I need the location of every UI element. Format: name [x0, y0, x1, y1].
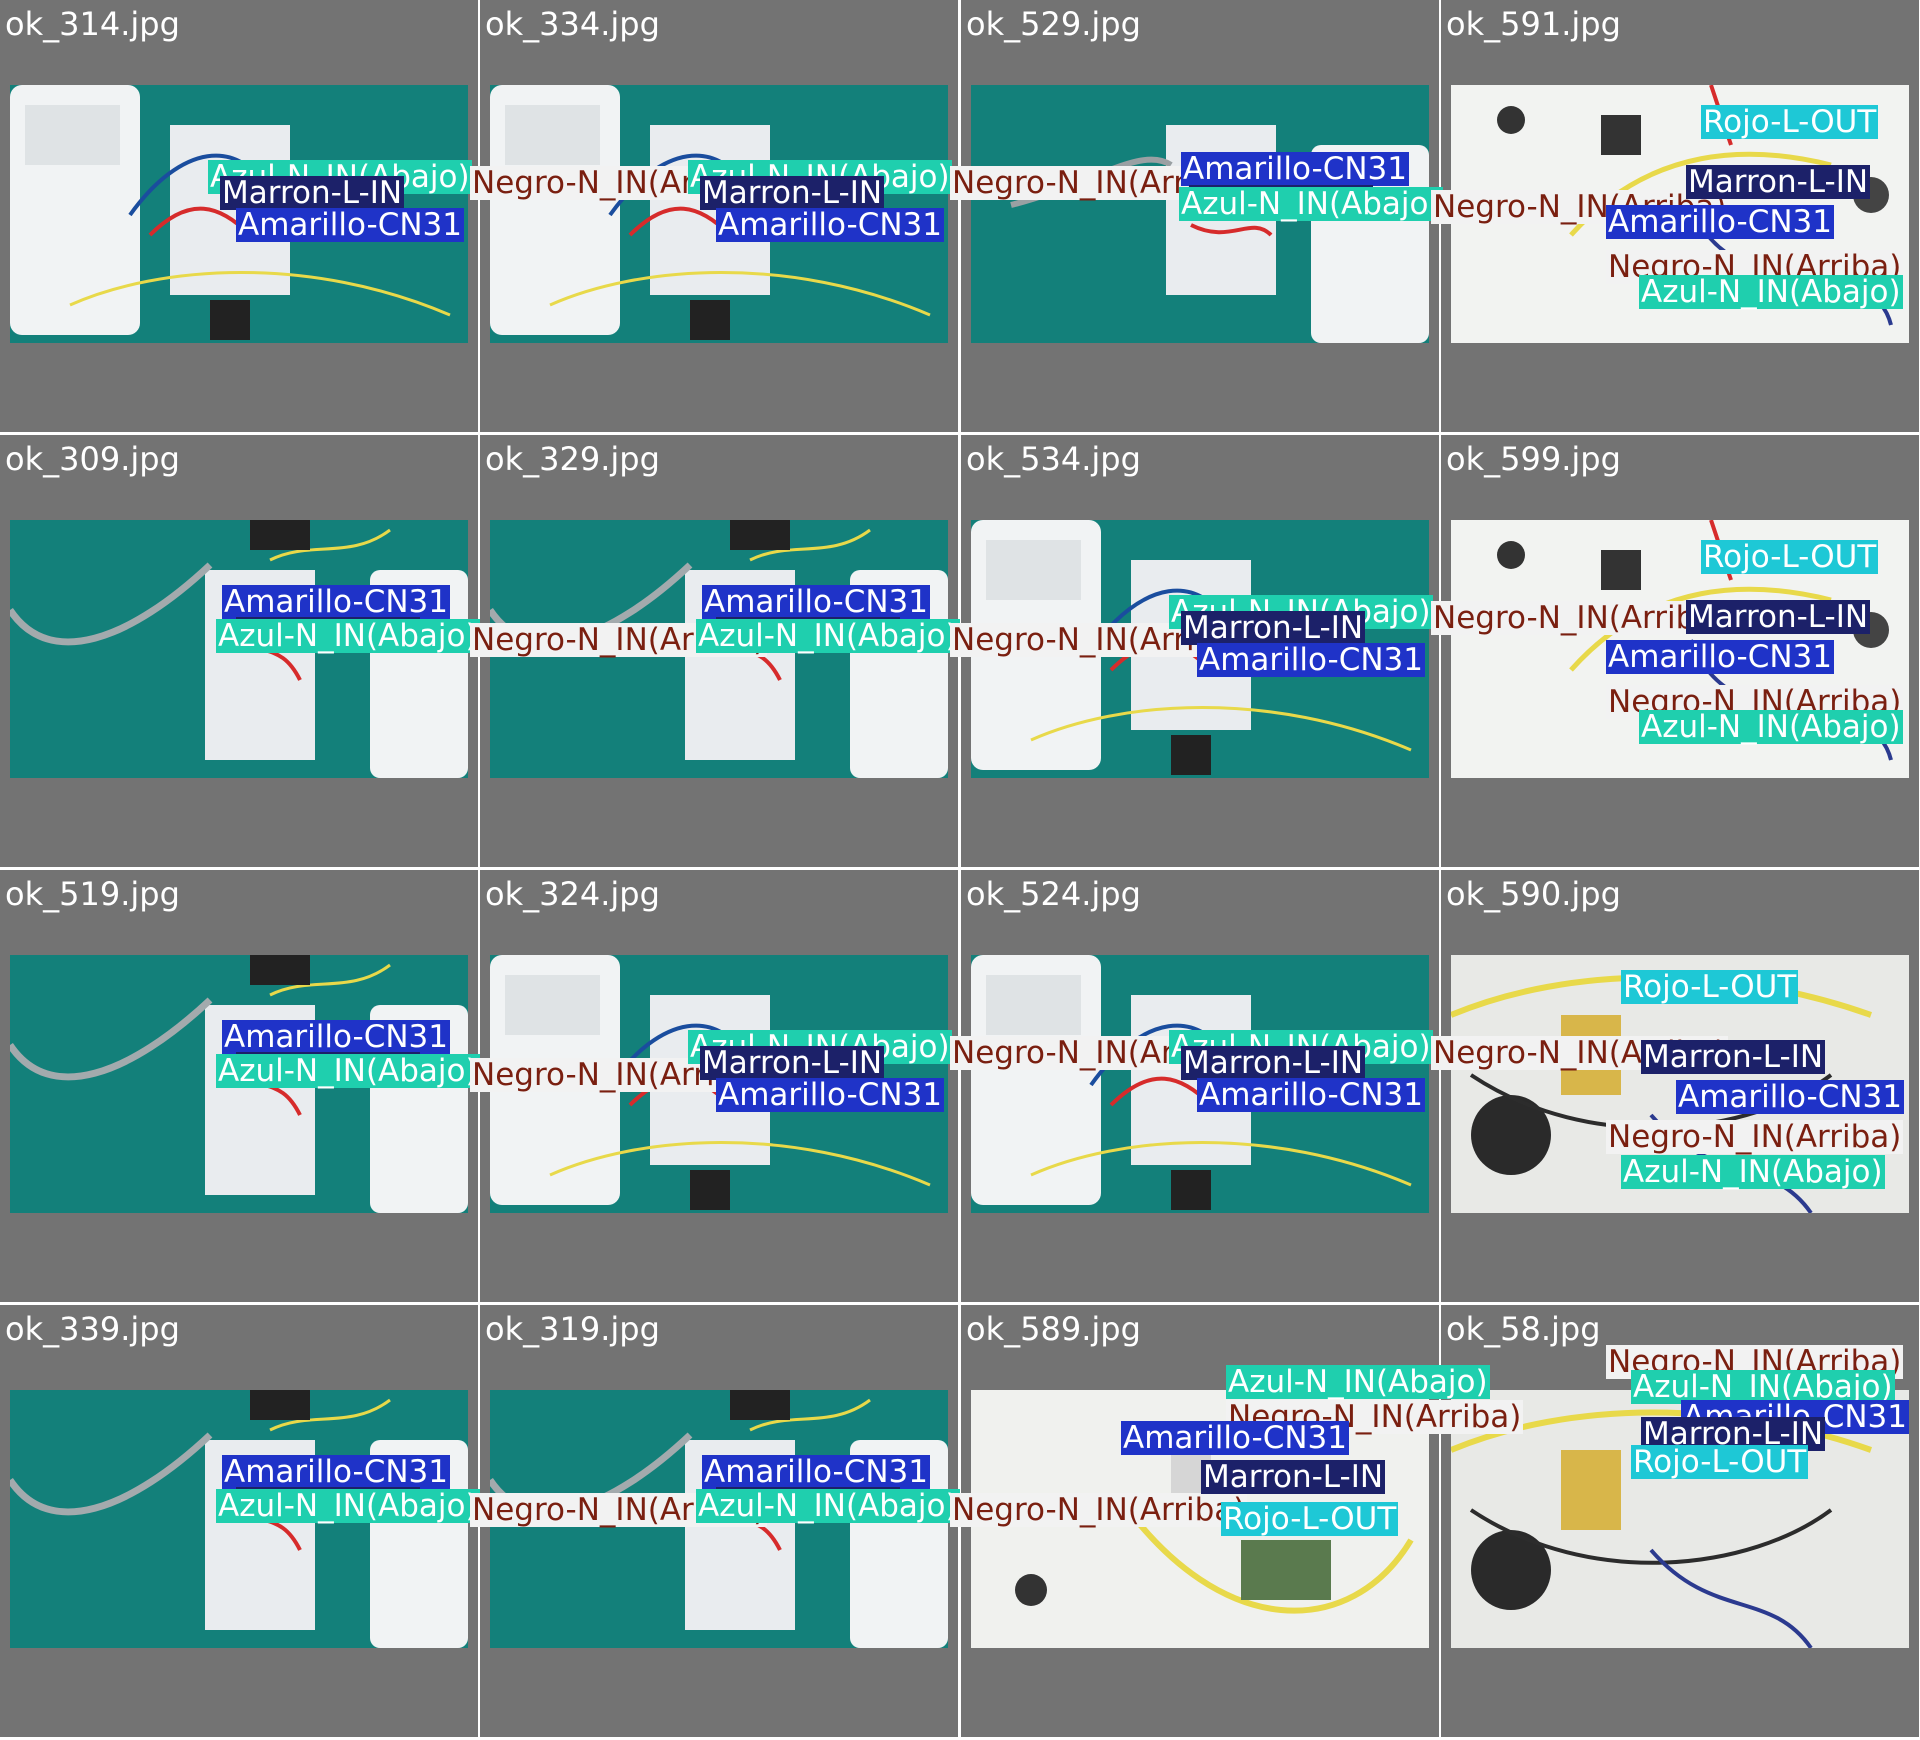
- grid-cell: ok_599.jpg Rojo-L-OUT Marron-L-IN Amarillo-…: [1441, 435, 1919, 867]
- detection-label: Amarillo-CN31: [702, 584, 930, 620]
- detection-label: Azul-N_IN(Abajo): [696, 618, 960, 654]
- filename-label: ok_534.jpg: [966, 440, 1141, 478]
- detection-label: Negro-N_IN(Arriba): [950, 1492, 1248, 1528]
- detection-label: Amarillo-CN31: [222, 1019, 450, 1055]
- detection-label: Amarillo-CN31: [222, 584, 450, 620]
- detection-label: Marron-L-IN: [1686, 164, 1871, 200]
- detection-label: Negro-N_IN(Arriba): [1606, 1119, 1904, 1155]
- filename-label: ok_329.jpg: [485, 440, 660, 478]
- filename-label: ok_591.jpg: [1446, 5, 1621, 43]
- detection-label: Marron-L-IN: [1201, 1459, 1386, 1495]
- detection-label: Azul-N_IN(Abajo): [1639, 709, 1903, 745]
- detection-label: Amarillo-CN31: [1197, 1077, 1425, 1113]
- detection-label: Amarillo-CN31: [222, 1454, 450, 1490]
- filename-label: ok_339.jpg: [5, 1310, 180, 1348]
- detection-label: Amarillo-CN31: [702, 1454, 930, 1490]
- detection-label: Rojo-L-OUT: [1221, 1501, 1399, 1537]
- filename-label: ok_524.jpg: [966, 875, 1141, 913]
- grid-cell: ok_524.jpgAzul-N_IN(Abajo)Marron-L-INAma…: [961, 870, 1729, 1302]
- detection-label: Azul-N_IN(Abajo): [1621, 1154, 1885, 1190]
- filename-label: ok_599.jpg: [1446, 440, 1621, 478]
- detection-label: Negro-N_IN(Arriba): [1431, 600, 1729, 636]
- detection-label: Amarillo-CN31: [1606, 204, 1834, 240]
- detection-label: Rojo-L-OUT: [1631, 1444, 1809, 1480]
- detection-label: Marron-L-IN: [1641, 1039, 1826, 1075]
- grid-cell: ok_309.jpgAmarillo-CN31Marron-L-INAzul-N…: [0, 435, 768, 867]
- detection-label: Azul-N_IN(Abajo): [696, 1488, 960, 1524]
- detection-label: Amarillo-CN31: [1676, 1079, 1904, 1115]
- detection-label: Amarillo-CN31: [1197, 642, 1425, 678]
- detection-label: Azul-N_IN(Abajo): [1226, 1364, 1490, 1400]
- filename-label: ok_519.jpg: [5, 875, 180, 913]
- detection-label: Azul-N_IN(Abajo): [1179, 186, 1443, 222]
- filename-label: ok_319.jpg: [485, 1310, 660, 1348]
- filename-label: ok_58.jpg: [1446, 1310, 1601, 1348]
- filename-label: ok_314.jpg: [5, 5, 180, 43]
- grid-cell: ok_529.jpgAmarillo-CN31Marron-L-INAzul-N…: [961, 0, 1729, 432]
- filename-label: ok_529.jpg: [966, 5, 1141, 43]
- detection-label: Amarillo-CN31: [1606, 639, 1834, 675]
- grid-cell: ok_314.jpgAzul-N_IN(Abajo)Marron-L-INAma…: [0, 0, 768, 432]
- detection-label: Amarillo-CN31: [716, 207, 944, 243]
- detection-label: Azul-N_IN(Abajo): [216, 1053, 480, 1089]
- detection-label: Azul-N_IN(Abajo): [216, 618, 480, 654]
- grid-cell: ok_58.jpg Negro-N_IN(Arriba) Azul-N_IN(Aba…: [1441, 1305, 1919, 1737]
- detection-label: Amarillo-CN31: [716, 1077, 944, 1113]
- image-grid: ok_314.jpgAzul-N_IN(Abajo)Marron-L-INAma…: [0, 0, 1920, 1740]
- detection-label: Marron-L-IN: [700, 1045, 885, 1081]
- detection-label: Marron-L-IN: [1181, 1045, 1366, 1081]
- detection-label: Amarillo-CN31: [236, 207, 464, 243]
- detection-label: Marron-L-IN: [1686, 599, 1871, 635]
- detection-label: Azul-N_IN(Abajo): [216, 1488, 480, 1524]
- detection-label: Rojo-L-OUT: [1701, 539, 1879, 575]
- detection-label: Marron-L-IN: [220, 175, 405, 211]
- grid-cell: ok_519.jpgAmarillo-CN31Marron-L-INAzul-N…: [0, 870, 768, 1302]
- filename-label: ok_334.jpg: [485, 5, 660, 43]
- grid-cell: ok_339.jpgAmarillo-CN31Marron-L-INAzul-N…: [0, 1305, 768, 1737]
- detection-label: Marron-L-IN: [700, 175, 885, 211]
- filename-label: ok_324.jpg: [485, 875, 660, 913]
- detection-label: Amarillo-CN31: [1181, 151, 1409, 187]
- filename-label: ok_309.jpg: [5, 440, 180, 478]
- detection-label: Marron-L-IN: [1181, 610, 1366, 646]
- detection-label: Rojo-L-OUT: [1701, 104, 1879, 140]
- grid-cell: ok_334.jpgAzul-N_IN(Abajo)Marron-L-INAma…: [480, 0, 1248, 432]
- detection-label: Amarillo-CN31: [1121, 1420, 1349, 1456]
- grid-cell: ok_590.jpg Rojo-L-OUT Marron-L-IN Amarillo-…: [1441, 870, 1919, 1302]
- filename-label: ok_589.jpg: [966, 1310, 1141, 1348]
- detection-label: Azul-N_IN(Abajo): [1639, 274, 1903, 310]
- detection-label: Rojo-L-OUT: [1621, 969, 1799, 1005]
- filename-label: ok_590.jpg: [1446, 875, 1621, 913]
